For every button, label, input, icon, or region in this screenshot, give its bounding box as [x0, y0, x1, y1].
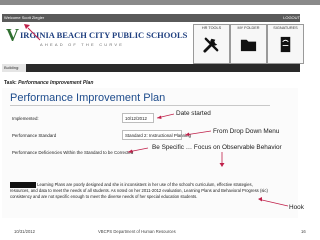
footer-page-number: 16: [301, 229, 306, 234]
arrow-hook: [261, 199, 289, 207]
footer-credit: VBCPS Department of Human Resources: [98, 229, 176, 234]
arrow-logo: [27, 27, 41, 41]
arrow-be-specific-left-head: [128, 149, 133, 153]
footer-date: 10/31/2012: [14, 229, 35, 234]
arrow-be-specific-down-head: [219, 163, 225, 167]
arrow-logo-head: [24, 24, 30, 29]
arrow-hook-head: [258, 197, 262, 202]
arrow-date-started-head: [157, 115, 162, 119]
annotation-arrows: [24, 24, 289, 207]
arrow-dropdown-head: [185, 132, 190, 136]
